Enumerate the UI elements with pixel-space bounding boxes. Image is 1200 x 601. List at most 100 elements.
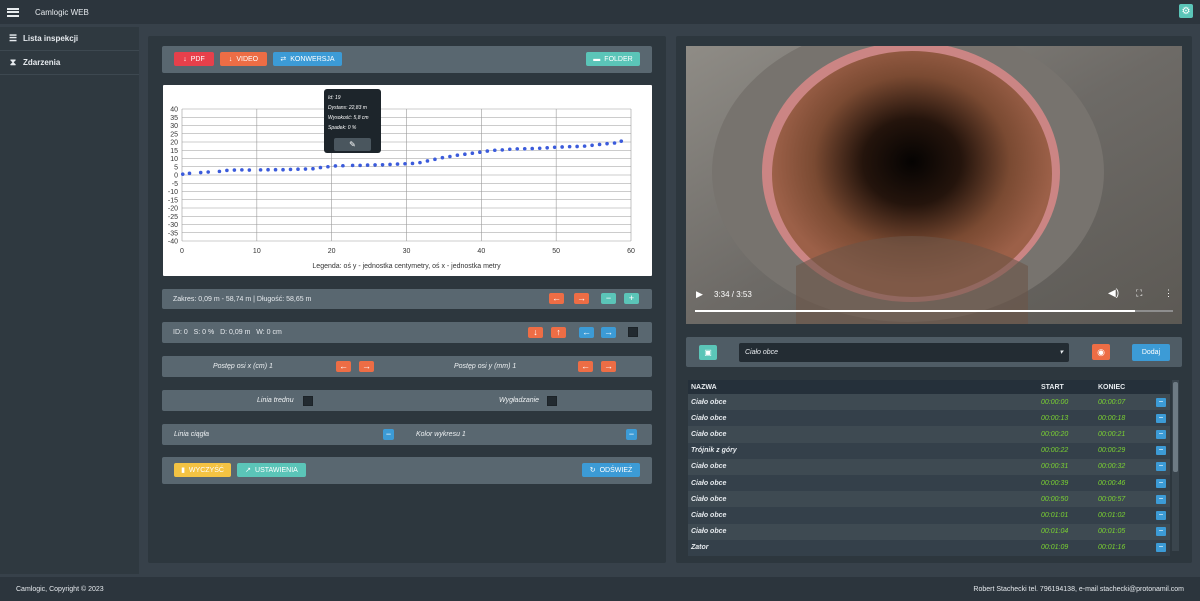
chart-tooltip: Id: 19 Dystans: 22,83 m Wysokość: 5,8 cm… xyxy=(324,89,381,153)
zoom-out-button[interactable]: − xyxy=(601,293,616,304)
row-remove-button[interactable]: − xyxy=(1156,397,1166,407)
table-row[interactable]: Ciało obce 00:01:01 00:01:02 − xyxy=(688,507,1170,524)
data-point xyxy=(485,149,490,153)
step-x-right-button[interactable]: → xyxy=(359,361,374,372)
step-x-left-button[interactable]: ← xyxy=(336,361,351,372)
data-point xyxy=(198,170,203,175)
table-row[interactable]: Ciało obce 00:00:31 00:00:32 − xyxy=(688,458,1170,475)
row-remove-button[interactable]: − xyxy=(1156,478,1166,488)
data-point xyxy=(425,159,430,163)
y-tick-label: -30 xyxy=(168,222,178,229)
data-point xyxy=(341,163,345,168)
edit-point-button[interactable]: ✎ xyxy=(334,138,371,151)
pdf-button[interactable]: ↓ PDF xyxy=(174,52,214,66)
table-row[interactable]: Ciało obce 00:00:13 00:00:18 − xyxy=(688,410,1170,427)
row-remove-button[interactable]: − xyxy=(1156,462,1166,472)
data-point xyxy=(388,162,392,167)
data-point xyxy=(217,169,222,174)
data-point xyxy=(240,168,244,172)
table-row[interactable]: Ciało obce 00:00:20 00:00:21 − xyxy=(688,426,1170,443)
row-remove-button[interactable]: − xyxy=(1156,413,1166,423)
row-remove-button[interactable]: − xyxy=(1156,446,1166,456)
row-remove-button[interactable]: − xyxy=(1156,527,1166,537)
point-checkbox[interactable] xyxy=(628,327,638,337)
camera-icon[interactable]: ◉ xyxy=(1092,344,1110,360)
move-up-button[interactable]: ↑ xyxy=(551,327,566,338)
folder-button[interactable]: ▬ FOLDER xyxy=(586,52,640,66)
volume-icon[interactable]: ◀) xyxy=(1108,288,1119,299)
video-progress-track[interactable] xyxy=(695,310,1173,312)
more-icon[interactable]: ⋮ xyxy=(1164,288,1173,299)
chart-svg: 4035302520151050-5-10-15-20-25-30-35-400… xyxy=(168,107,635,271)
smooth-checkbox[interactable] xyxy=(547,396,557,406)
video-button[interactable]: ↓ VIDEO xyxy=(220,52,267,66)
step-y-right-button[interactable]: → xyxy=(601,361,616,372)
folder-icon: ▬ xyxy=(593,55,601,63)
move-right-button[interactable]: → xyxy=(601,327,616,338)
zoom-in-button[interactable]: + xyxy=(624,293,639,304)
trend-label: Linia trednu xyxy=(257,397,294,404)
sidebar: ☰ Lista inspekcji ⧗ Zdarzenia xyxy=(0,27,139,574)
video-controls: ▶ 3:34 / 3:53 ◀) ⛶ ⋮ xyxy=(686,284,1182,324)
data-point xyxy=(303,167,308,171)
table-row[interactable]: Zator 00:01:09 00:01:16 − xyxy=(688,539,1170,556)
event-name: Ciało obce xyxy=(691,414,727,422)
y-tick-label: -35 xyxy=(168,230,178,237)
video-player[interactable]: ▶ 3:34 / 3:53 ◀) ⛶ ⋮ xyxy=(686,46,1182,324)
data-point xyxy=(333,164,338,168)
data-point xyxy=(326,164,330,169)
konwersja-button[interactable]: ⇄ KONWERSJA xyxy=(273,52,342,66)
range-text: Zakres: 0,09 m - 58,74 m | Długość: 58,6… xyxy=(173,295,312,303)
table-row[interactable]: Ciało obce 00:00:39 00:00:46 − xyxy=(688,474,1170,492)
move-down-button[interactable]: ↓ xyxy=(528,327,543,338)
trend-checkbox[interactable] xyxy=(303,396,313,406)
row-remove-button[interactable]: − xyxy=(1156,510,1166,520)
table-row[interactable]: Ciało obce 00:01:04 00:01:05 − xyxy=(688,523,1170,540)
row-remove-button[interactable]: − xyxy=(1156,494,1166,504)
range-left-button[interactable]: ← xyxy=(549,293,564,304)
fullscreen-icon[interactable]: ⛶ xyxy=(1136,288,1142,299)
actions-bar: ▮ WYCZYŚĆ ↗ USTAWIENIA ↻ ODŚWIEŻ xyxy=(162,457,652,484)
data-point xyxy=(448,154,452,159)
gear-icon[interactable]: ⚙ xyxy=(1179,4,1193,18)
refresh-button[interactable]: ↻ ODŚWIEŻ xyxy=(582,463,640,477)
row-remove-button[interactable]: − xyxy=(1156,429,1166,439)
step-y-left-button[interactable]: ← xyxy=(578,361,593,372)
data-point xyxy=(232,168,237,172)
tooltip-dystans: Dystans: 22,83 m xyxy=(328,105,367,111)
video-time: 3:34 / 3:53 xyxy=(714,290,752,299)
table-row[interactable]: Ciało obce 00:00:50 00:00:57 − xyxy=(688,491,1170,508)
point-info-text: ID: 0 S: 0 % D: 0,09 m W: 0 cm xyxy=(173,329,282,336)
row-remove-button[interactable]: − xyxy=(1156,543,1166,553)
settings-button[interactable]: ↗ USTAWIENIA xyxy=(237,463,306,477)
data-point xyxy=(590,143,594,148)
table-row[interactable]: Trójnik z góry 00:00:22 00:00:29 − xyxy=(688,442,1170,459)
event-end: 00:00:29 xyxy=(1098,447,1126,455)
menu-icon[interactable] xyxy=(7,7,19,17)
image-icon[interactable]: ▣ xyxy=(699,345,717,360)
data-point xyxy=(258,168,263,172)
data-point xyxy=(180,172,185,176)
event-select[interactable]: Ciało obce ▾ xyxy=(739,343,1069,362)
range-right-button[interactable]: → xyxy=(574,293,589,304)
event-start: 00:00:00 xyxy=(1041,398,1069,406)
data-point xyxy=(350,163,355,168)
move-left-button[interactable]: ← xyxy=(579,327,594,338)
chart-color-toggle[interactable]: − xyxy=(626,429,637,440)
sidebar-item-inspections[interactable]: ☰ Lista inspekcji xyxy=(0,27,139,51)
data-point xyxy=(225,168,229,173)
add-event-button[interactable]: Dodaj xyxy=(1132,344,1170,361)
footer: Camlogic, Copyright © 2023 Robert Stache… xyxy=(0,577,1200,601)
event-bar: ▣ Ciało obce ▾ ◉ Dodaj xyxy=(686,337,1182,367)
data-point xyxy=(582,144,587,148)
refresh-icon: ↻ xyxy=(589,467,596,474)
data-point xyxy=(605,141,609,146)
sidebar-item-events[interactable]: ⧗ Zdarzenia xyxy=(0,51,139,75)
table-row[interactable]: Ciało obce 00:00:00 00:00:07 − xyxy=(688,394,1170,411)
play-icon[interactable]: ▶ xyxy=(696,289,703,300)
data-point xyxy=(247,168,252,172)
clear-button[interactable]: ▮ WYCZYŚĆ xyxy=(174,463,231,477)
table-scrollbar[interactable] xyxy=(1172,380,1179,551)
hourglass-icon: ⧗ xyxy=(9,57,17,67)
solid-line-toggle[interactable]: − xyxy=(383,429,394,440)
